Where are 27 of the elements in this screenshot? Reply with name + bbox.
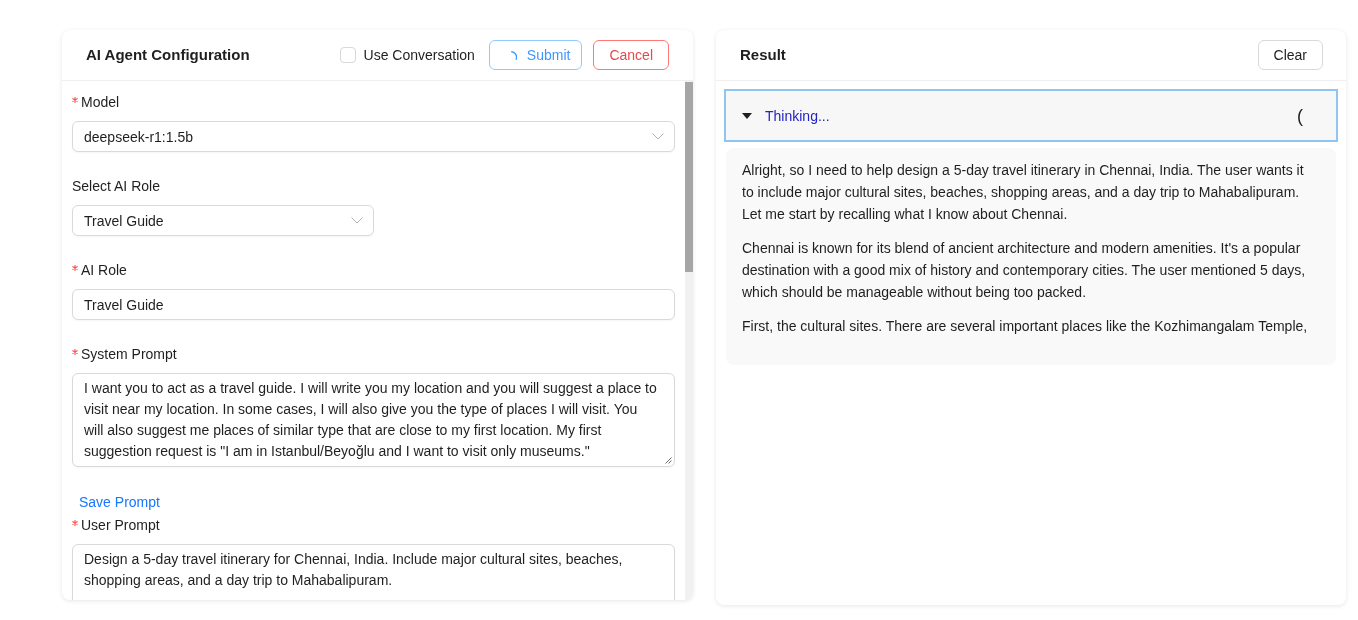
field-label: AI Role — [81, 261, 127, 280]
chevron-down-icon — [652, 133, 664, 140]
field-label: Model — [81, 93, 120, 112]
checkbox-label[interactable]: Use Conversation — [363, 45, 475, 65]
result-paragraph: First, the cultural sites. There are several important places like the Kozhimangalam Temple, — [742, 317, 1309, 336]
result-paragraph: Alright, so I need to help design a 5-day travel itinerary in Chennai, India. The user wants it to include major cultural sites, beaches, shopping areas, and a day trip to Mahabalipuram. Let me start by recalling what I know about Chennai. — [742, 161, 1305, 224]
select-field[interactable]: Travel Guide — [72, 205, 374, 236]
loading-indicator: ( — [1297, 106, 1303, 125]
checkbox[interactable] — [339, 47, 356, 63]
button[interactable]: Cancel — [593, 40, 669, 70]
resize-grip-icon[interactable] — [665, 457, 672, 464]
panel-title: Result — [740, 44, 786, 65]
select-field[interactable]: deepseek-r1:1.5b — [72, 121, 675, 152]
button[interactable]: Clear — [1257, 40, 1323, 70]
field-label: System Prompt — [81, 345, 177, 364]
field-label: User Prompt — [81, 516, 160, 535]
textarea-field[interactable]: I want you to act as a travel guide. I will write you my location and you will suggest a place to visit near my location. In some cases, I will also give you the type of places I will visit. You will also suggest me places of similar type that are close to my first location. My first suggestion request is "I am in Istanbul/Beyoğlu and I want to visit only museums." — [72, 373, 675, 467]
save-prompt-link[interactable]: Save Prompt — [72, 490, 167, 514]
result-paragraph: Chennai is known for its blend of ancient architecture and modern amenities. It's a popular destination with a good mix of history and contemporary cities. The user mentioned 5 days, which should be manageable without being too packed. — [742, 239, 1307, 302]
chevron-down-icon — [351, 217, 363, 224]
text-field[interactable]: Travel Guide — [72, 289, 675, 320]
caret-icon[interactable] — [742, 112, 752, 119]
field-label: Select AI Role — [72, 177, 160, 196]
thinking-label[interactable]: Thinking... — [765, 105, 830, 126]
panel-title: AI Agent Configuration — [86, 44, 250, 65]
scrollbar-thumb[interactable] — [685, 82, 693, 272]
textarea-field[interactable]: Design a 5-day travel itinerary for Chennai, India. Include major cultural sites, beaches, shopping areas, and a day trip to Mahabalipuram. — [72, 544, 675, 600]
